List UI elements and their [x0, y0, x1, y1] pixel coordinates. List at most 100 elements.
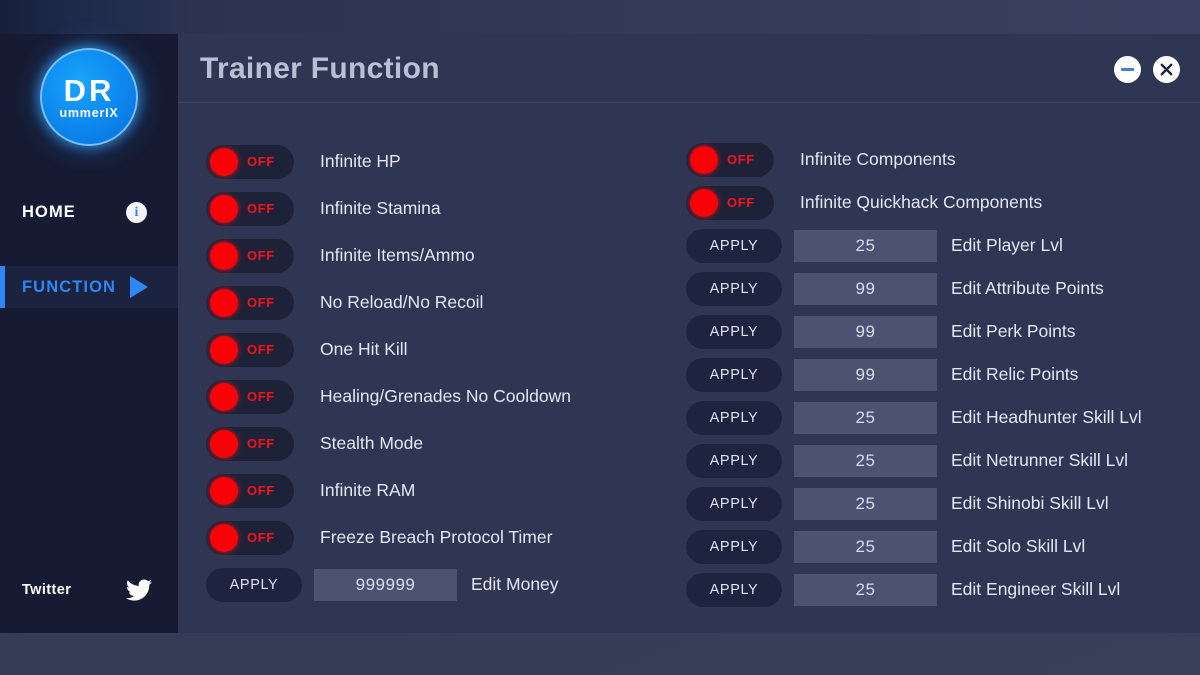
function-row: APPLY 25 Edit Shinobi Skill Lvl [686, 482, 1142, 525]
toggle-state-label: OFF [247, 436, 275, 451]
sidebar-item-home[interactable]: HOME i [0, 191, 178, 233]
sidebar: DR ummerIX HOME i FUNCTION Twitter [0, 34, 178, 633]
function-row-label: Infinite Items/Ammo [320, 245, 475, 265]
function-row: OFF Infinite RAM [206, 467, 571, 514]
function-row: APPLY 999999 Edit Money [206, 561, 571, 608]
toggle-switch[interactable]: OFF [206, 332, 294, 367]
function-row-label: Edit Money [471, 574, 559, 594]
function-row-label: Stealth Mode [320, 433, 424, 453]
close-button[interactable] [1153, 56, 1180, 83]
function-row: APPLY 25 Edit Netrunner Skill Lvl [686, 439, 1142, 482]
function-row-label: Edit Solo Skill Lvl [951, 536, 1086, 556]
toggle-state-label: OFF [247, 389, 275, 404]
toggle-state-label: OFF [247, 154, 275, 169]
function-row-label: Infinite Components [800, 149, 956, 169]
toggle-state-label: OFF [727, 152, 755, 167]
app-logo: DR ummerIX [0, 48, 178, 146]
toggle-switch[interactable]: OFF [206, 473, 294, 508]
function-row: OFF Freeze Breach Protocol Timer [206, 514, 571, 561]
toggle-knob [210, 335, 238, 364]
value-input[interactable]: 25 [794, 530, 937, 563]
function-row: OFF Infinite Quickhack Components [686, 181, 1142, 224]
function-row: APPLY 25 Edit Solo Skill Lvl [686, 525, 1142, 568]
value-input[interactable]: 25 [794, 444, 937, 477]
function-row: OFF Infinite HP [206, 138, 571, 185]
value-input[interactable]: 25 [794, 573, 937, 606]
twitter-icon[interactable] [124, 577, 154, 608]
play-icon [130, 276, 148, 298]
function-row-label: Edit Perk Points [951, 321, 1076, 341]
value-input[interactable]: 99 [794, 358, 937, 391]
active-nav-accent-bar [0, 266, 5, 308]
toggle-knob [690, 145, 718, 174]
logo-circle: DR ummerIX [40, 48, 138, 146]
toggle-state-label: OFF [247, 201, 275, 216]
apply-button[interactable]: APPLY [686, 400, 782, 435]
apply-button[interactable]: APPLY [686, 486, 782, 521]
logo-main-text: DR [63, 72, 115, 108]
value-input[interactable]: 25 [794, 229, 937, 262]
toggle-knob [210, 147, 238, 176]
value-input[interactable]: 25 [794, 487, 937, 520]
function-column-right: OFF Infinite Components OFF Infinite Quickh… [686, 138, 1142, 611]
toggle-switch[interactable]: OFF [206, 191, 294, 226]
toggle-switch[interactable]: OFF [206, 379, 294, 414]
function-row: OFF Stealth Mode [206, 420, 571, 467]
apply-button[interactable]: APPLY [686, 443, 782, 478]
toggle-state-label: OFF [247, 342, 275, 357]
toggle-knob [690, 188, 718, 217]
toggle-knob [210, 476, 238, 505]
toggle-switch[interactable]: OFF [206, 426, 294, 461]
toggle-switch[interactable]: OFF [206, 144, 294, 179]
toggle-switch[interactable]: OFF [686, 185, 774, 220]
toggle-switch[interactable]: OFF [206, 238, 294, 273]
function-row-label: Infinite Stamina [320, 198, 441, 218]
function-row-label: Freeze Breach Protocol Timer [320, 527, 553, 547]
function-row-label: Infinite Quickhack Components [800, 192, 1043, 212]
function-row: OFF One Hit Kill [206, 326, 571, 373]
sidebar-item-function[interactable]: FUNCTION [0, 266, 178, 308]
toggle-switch[interactable]: OFF [206, 520, 294, 555]
apply-button[interactable]: APPLY [206, 567, 302, 602]
panel-header: Trainer Function [178, 34, 1200, 103]
function-row-label: Edit Engineer Skill Lvl [951, 579, 1121, 599]
function-row: APPLY 25 Edit Engineer Skill Lvl [686, 568, 1142, 611]
minimize-button[interactable] [1114, 56, 1141, 83]
function-row: OFF Infinite Components [686, 138, 1142, 181]
apply-button[interactable]: APPLY [686, 228, 782, 263]
toggle-knob [210, 194, 238, 223]
function-column-left: OFF Infinite HP OFF Infinite Stamina OFF Infi… [206, 138, 571, 608]
apply-button[interactable]: APPLY [686, 357, 782, 392]
function-row: OFF Infinite Items/Ammo [206, 232, 571, 279]
function-row: OFF Healing/Grenades No Cooldown [206, 373, 571, 420]
apply-button[interactable]: APPLY [686, 271, 782, 306]
value-input[interactable]: 99 [794, 315, 937, 348]
apply-button[interactable]: APPLY [686, 529, 782, 564]
toggle-knob [210, 288, 238, 317]
function-row-label: No Reload/No Recoil [320, 292, 484, 312]
function-row: APPLY 99 Edit Attribute Points [686, 267, 1142, 310]
twitter-label: Twitter [22, 582, 72, 598]
info-icon[interactable]: i [126, 202, 147, 223]
logo-sub-text: ummerIX [59, 105, 119, 120]
value-input[interactable]: 999999 [314, 568, 457, 601]
main-panel: Trainer Function OFF Infinite HP OFF Infini… [178, 34, 1200, 633]
toggle-state-label: OFF [247, 248, 275, 263]
value-input[interactable]: 25 [794, 401, 937, 434]
toggle-knob [210, 241, 238, 270]
toggle-switch[interactable]: OFF [206, 285, 294, 320]
sidebar-item-twitter[interactable]: Twitter [0, 573, 178, 607]
function-row-label: Infinite RAM [320, 480, 416, 500]
function-row: APPLY 99 Edit Perk Points [686, 310, 1142, 353]
apply-button[interactable]: APPLY [686, 572, 782, 607]
function-row: APPLY 25 Edit Headhunter Skill Lvl [686, 396, 1142, 439]
function-row-label: Edit Relic Points [951, 364, 1079, 384]
value-input[interactable]: 99 [794, 272, 937, 305]
toggle-knob [210, 429, 238, 458]
function-row: APPLY 25 Edit Player Lvl [686, 224, 1142, 267]
toggle-switch[interactable]: OFF [686, 142, 774, 177]
function-row-label: Edit Shinobi Skill Lvl [951, 493, 1109, 513]
sidebar-item-function-label: FUNCTION [22, 277, 117, 296]
close-icon [1160, 63, 1173, 76]
apply-button[interactable]: APPLY [686, 314, 782, 349]
